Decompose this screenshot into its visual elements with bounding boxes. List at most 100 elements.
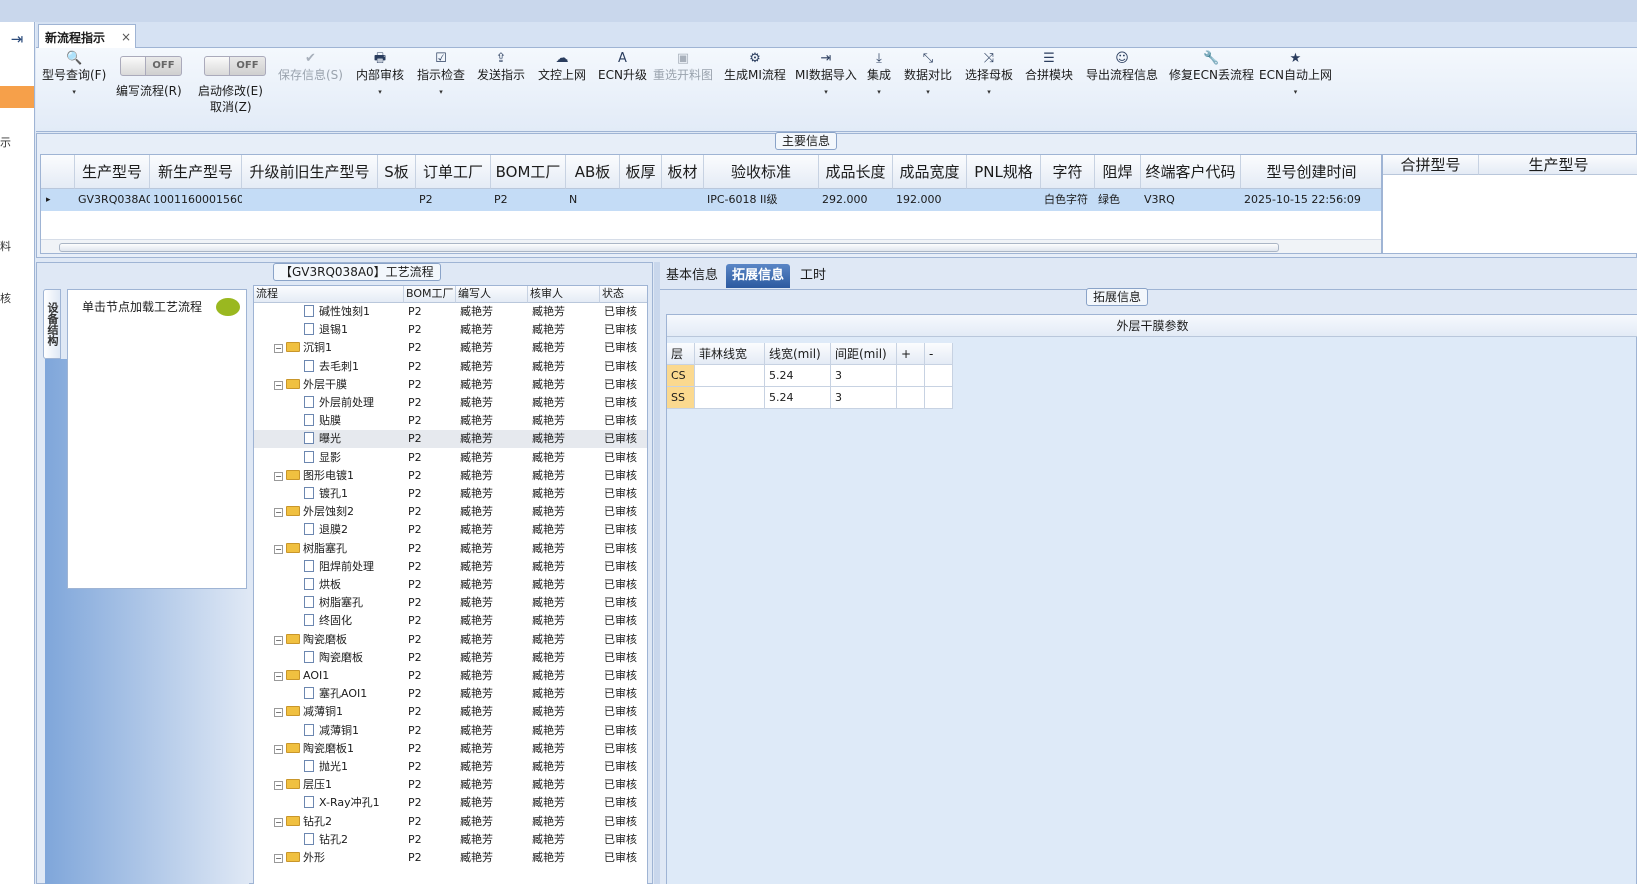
tree-row[interactable]: − 图形电镀1 P2 臧艳芳 臧艳芳 已审核 <box>254 467 647 485</box>
start-modify-toggle[interactable]: OFF <box>204 56 266 76</box>
chevron-down-icon[interactable]: ▾ <box>42 88 106 96</box>
table-cell[interactable]: P2 <box>491 189 566 211</box>
tree-row[interactable]: − 钻孔2 P2 臧艳芳 臧艳芳 已审核 <box>254 813 647 831</box>
table-cell[interactable]: CS <box>667 365 695 387</box>
tree-row[interactable]: 抛光1 P2 臧艳芳 臧艳芳 已审核 <box>254 758 647 776</box>
tree-row[interactable]: 减薄铜1 P2 臧艳芳 臧艳芳 已审核 <box>254 722 647 740</box>
tree-row[interactable]: 树脂塞孔 P2 臧艳芳 臧艳芳 已审核 <box>254 594 647 612</box>
tree-row[interactable]: − 层压1 P2 臧艳芳 臧艳芳 已审核 <box>254 776 647 794</box>
column-header[interactable]: 成品宽度 <box>893 155 967 189</box>
tree-row[interactable]: − AOI1 P2 臧艳芳 臧艳芳 已审核 <box>254 667 647 685</box>
tab-equipment-structure[interactable]: 设备结构 <box>43 289 61 359</box>
tree-row[interactable]: 陶瓷磨板 P2 臧艳芳 臧艳芳 已审核 <box>254 649 647 667</box>
table-cell[interactable] <box>925 387 953 409</box>
minus-icon[interactable]: − <box>274 708 283 718</box>
ecn-upgrade-button[interactable]: A ECN升级 <box>598 50 647 82</box>
table-cell[interactable]: 2025-10-15 22:56:09 <box>1241 189 1381 211</box>
select-mother-board-button[interactable]: ⤨ 选择母板 ▾ <box>965 50 1013 96</box>
doc-control-online-button[interactable]: ☁ 文控上网 <box>538 50 586 82</box>
tree-row[interactable]: − 沉铜1 P2 臧艳芳 臧艳芳 已审核 <box>254 339 647 357</box>
column-header[interactable]: 生产型号 <box>75 155 150 189</box>
table-cell[interactable] <box>897 365 925 387</box>
integrate-button[interactable]: ⤓ 集成 ▾ <box>867 50 891 96</box>
column-header[interactable]: 层 <box>667 343 695 365</box>
horizontal-scrollbar[interactable] <box>41 239 1381 253</box>
column-header[interactable]: 终端客户代码 <box>1141 155 1241 189</box>
chevron-down-icon[interactable]: ▾ <box>795 88 857 96</box>
table-cell[interactable]: N <box>566 189 620 211</box>
left-nav-selected[interactable] <box>0 86 34 108</box>
tree-row[interactable]: 阻焊前处理 P2 臧艳芳 臧艳芳 已审核 <box>254 558 647 576</box>
tree-row[interactable]: − 外层干膜 P2 臧艳芳 臧艳芳 已审核 <box>254 376 647 394</box>
tree-row[interactable]: − 树脂塞孔 P2 臧艳芳 臧艳芳 已审核 <box>254 540 647 558</box>
chevron-down-icon[interactable]: ▾ <box>965 88 1013 96</box>
minus-icon[interactable]: − <box>274 544 283 554</box>
tree-row[interactable]: 碱性蚀刻1 P2 臧艳芳 臧艳芳 已审核 <box>254 303 647 321</box>
table-cell[interactable]: 3 <box>831 365 897 387</box>
column-header[interactable]: 订单工厂 <box>416 155 491 189</box>
table-cell[interactable]: 192.000 <box>893 189 967 211</box>
tree-row[interactable]: 退锡1 P2 臧艳芳 臧艳芳 已审核 <box>254 321 647 339</box>
column-header[interactable]: AB板 <box>566 155 620 189</box>
send-instruction-button[interactable]: ⇪ 发送指示 <box>477 50 525 82</box>
column-header[interactable]: 线宽(mil) <box>765 343 831 365</box>
column-header[interactable]: 菲林线宽 <box>695 343 765 365</box>
tree-row[interactable]: 贴膜 P2 臧艳芳 臧艳芳 已审核 <box>254 412 647 430</box>
column-header[interactable]: 升级前旧生产型号 <box>242 155 378 189</box>
column-header[interactable]: PNL规格 <box>967 155 1041 189</box>
table-cell[interactable] <box>695 387 765 409</box>
table-cell[interactable]: 白色字符 <box>1041 189 1095 211</box>
chevron-down-icon[interactable]: ▾ <box>904 88 952 96</box>
tab-new-flow[interactable]: 新流程指示 × <box>38 24 136 49</box>
column-header[interactable]: BOM工厂 <box>404 286 456 303</box>
column-header[interactable]: 状态 <box>600 286 647 303</box>
minus-icon[interactable]: − <box>274 744 283 754</box>
column-header[interactable]: 编写人 <box>456 286 528 303</box>
table-cell[interactable]: 5.24 <box>765 365 831 387</box>
merge-module-button[interactable]: ☰ 合拼模块 <box>1025 50 1073 82</box>
column-header[interactable]: 阻焊 <box>1095 155 1141 189</box>
table-cell[interactable]: IPC-6018 II级 <box>704 189 819 211</box>
instruction-check-button[interactable]: ☑ 指示检查 ▾ <box>417 50 465 96</box>
table-cell[interactable] <box>662 189 704 211</box>
internal-review-button[interactable]: 🖶 内部审核 ▾ <box>356 50 404 96</box>
left-nav-label[interactable]: 示 <box>0 134 12 150</box>
table-cell[interactable]: 10011600015606 <box>150 189 242 211</box>
table-cell[interactable] <box>242 189 378 211</box>
minus-icon[interactable]: − <box>274 672 283 681</box>
column-header[interactable]: - <box>925 343 953 365</box>
tree-row[interactable]: 去毛刺1 P2 臧艳芳 臧艳芳 已审核 <box>254 358 647 376</box>
table-cell[interactable]: 5.24 <box>765 387 831 409</box>
column-header[interactable]: BOM工厂 <box>491 155 566 189</box>
column-header[interactable]: 间距(mil) <box>831 343 897 365</box>
minus-icon[interactable]: − <box>274 344 283 354</box>
table-cell[interactable]: SS <box>667 387 695 409</box>
tab-work-hours[interactable]: 工时 <box>794 264 832 288</box>
column-header[interactable]: 生产型号 <box>1479 155 1637 175</box>
tree-row[interactable]: 镀孔1 P2 臧艳芳 臧艳芳 已审核 <box>254 485 647 503</box>
export-flow-info-button[interactable]: ☺ 导出流程信息 <box>1086 50 1158 82</box>
minus-icon[interactable]: − <box>274 781 283 791</box>
column-header[interactable]: 字符 <box>1041 155 1095 189</box>
tree-row[interactable]: 钻孔2 P2 臧艳芳 臧艳芳 已审核 <box>254 831 647 849</box>
repair-ecn-flow-button[interactable]: 🔧 修复ECN丢流程 <box>1169 50 1254 82</box>
column-header[interactable]: 板材 <box>662 155 704 189</box>
chevron-down-icon[interactable]: ▾ <box>417 88 465 96</box>
column-header[interactable]: S板 <box>378 155 416 189</box>
tree-row[interactable]: 外层前处理 P2 臧艳芳 臧艳芳 已审核 <box>254 394 647 412</box>
tree-row[interactable]: − 陶瓷磨板 P2 臧艳芳 臧艳芳 已审核 <box>254 631 647 649</box>
left-nav-label[interactable]: 料 <box>0 238 12 254</box>
column-header[interactable]: 流程 <box>254 286 404 303</box>
cancel-label[interactable]: 取消(Z) <box>210 98 252 115</box>
column-header[interactable]: + <box>897 343 925 365</box>
table-cell[interactable]: P2 <box>416 189 491 211</box>
tree-row[interactable]: − 减薄铜1 P2 臧艳芳 臧艳芳 已审核 <box>254 703 647 721</box>
table-cell[interactable] <box>967 189 1041 211</box>
column-header[interactable]: 板厚 <box>620 155 662 189</box>
table-cell[interactable] <box>620 189 662 211</box>
minus-icon[interactable]: − <box>274 854 283 863</box>
chevron-down-icon[interactable]: ▾ <box>356 88 404 96</box>
mi-data-import-button[interactable]: ⇥ MI数据导入 ▾ <box>795 50 857 96</box>
table-cell[interactable] <box>695 365 765 387</box>
minus-icon[interactable]: − <box>274 817 283 827</box>
